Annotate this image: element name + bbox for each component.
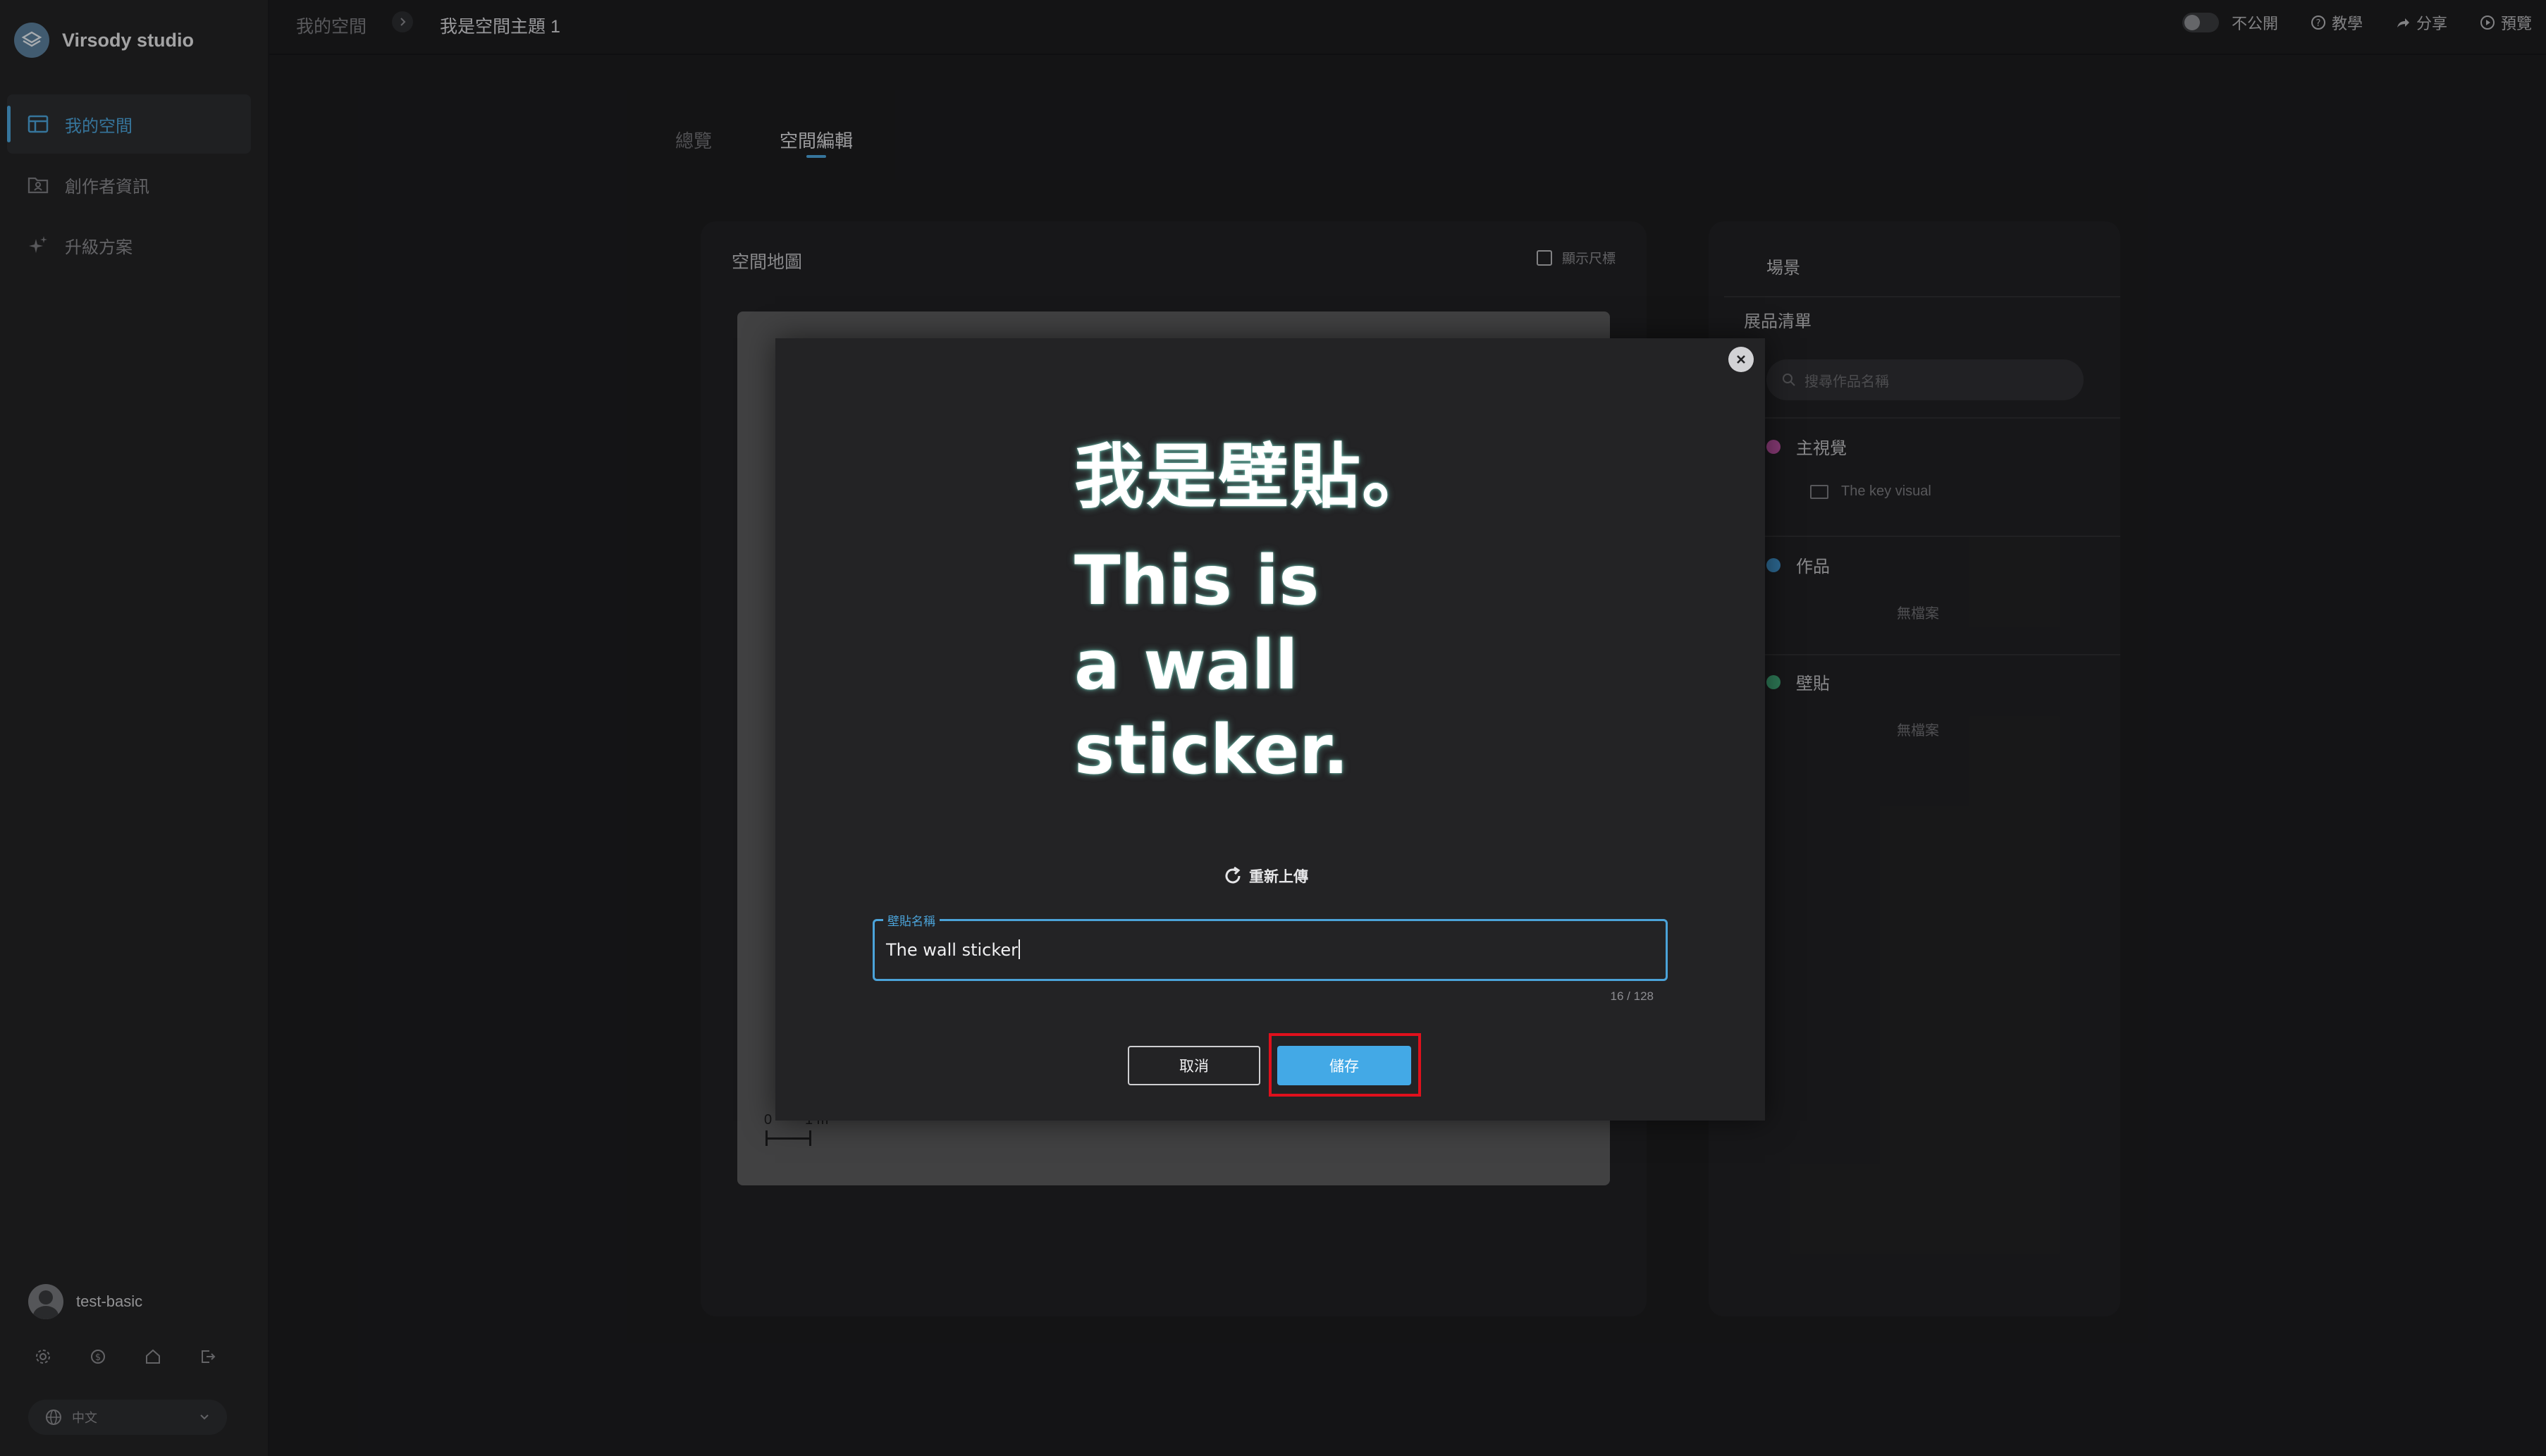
wall-sticker-modal: 我是壁貼。 This is a wall sticker. 重新上傳 壁貼名稱 … — [775, 338, 1765, 1121]
refresh-icon — [1222, 865, 1243, 887]
field-label: 壁貼名稱 — [883, 911, 940, 929]
field-value[interactable]: The wall sticker — [886, 939, 1021, 960]
text-caret — [1019, 939, 1021, 959]
char-count: 16 / 128 — [1610, 989, 1654, 1003]
cancel-button[interactable]: 取消 — [1128, 1046, 1260, 1085]
sticker-preview: 我是壁貼。 This is a wall sticker. — [1074, 431, 1525, 792]
close-icon — [1737, 355, 1745, 364]
save-button[interactable]: 儲存 — [1277, 1046, 1411, 1085]
sticker-text-en: This is a wall sticker. — [1074, 541, 1349, 789]
sticker-text-zh: 我是壁貼。 — [1074, 436, 1434, 518]
close-button[interactable] — [1728, 347, 1754, 372]
reupload-button[interactable]: 重新上傳 — [1222, 865, 1308, 887]
reupload-label: 重新上傳 — [1249, 869, 1308, 885]
field-value-text: The wall sticker — [886, 940, 1019, 960]
sticker-name-field[interactable]: 壁貼名稱 The wall sticker — [873, 911, 1668, 981]
